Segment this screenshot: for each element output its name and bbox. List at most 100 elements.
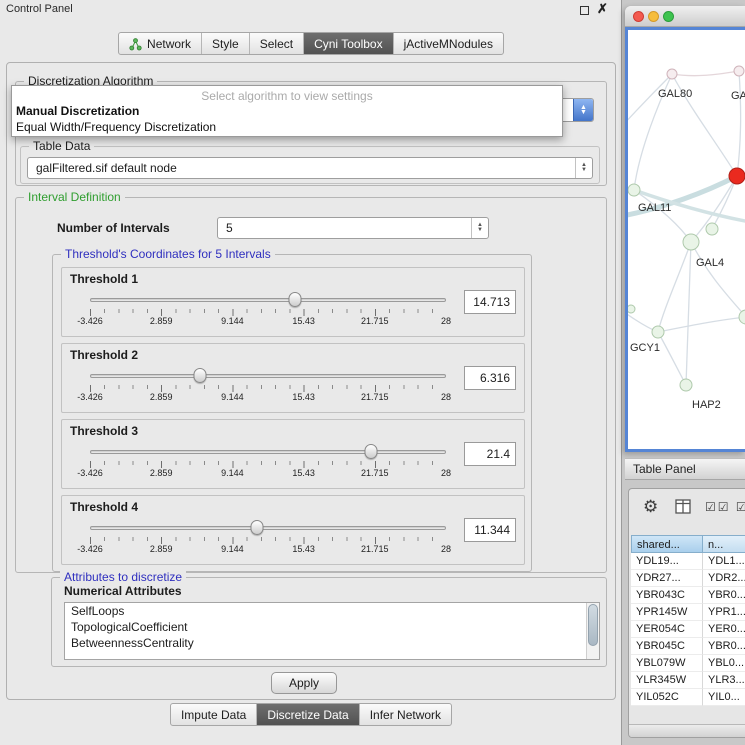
slider-ticks <box>90 309 446 316</box>
cell[interactable]: YBL0... <box>703 655 745 672</box>
table-data-select[interactable]: galFiltered.sif default node ▲▼ <box>27 157 593 179</box>
columns-icon[interactable] <box>675 499 691 514</box>
cell[interactable]: YER0... <box>703 621 745 638</box>
chevron-up-down-icon[interactable]: ▲▼ <box>471 218 488 238</box>
threshold-2-value-field[interactable]: 6.316 <box>464 366 516 390</box>
cell[interactable]: YPR145W <box>631 604 703 621</box>
slider-track[interactable] <box>90 298 446 302</box>
table-row[interactable]: YPR145W YPR1... <box>631 604 745 621</box>
tab-impute-data[interactable]: Impute Data <box>171 704 256 725</box>
network-node[interactable] <box>680 379 692 391</box>
network-node[interactable] <box>667 69 677 79</box>
threshold-2-slider[interactable] <box>90 368 446 384</box>
network-node[interactable] <box>739 310 745 324</box>
scrollbar-thumb[interactable] <box>588 604 598 646</box>
network-node[interactable] <box>706 223 718 235</box>
table-data-value: galFiltered.sif default node <box>36 161 177 175</box>
threshold-1-slider[interactable] <box>90 292 446 308</box>
list-item[interactable]: SelfLoops <box>65 603 599 619</box>
table-row[interactable]: YDL19... YDL1... <box>631 553 745 570</box>
column-checkboxes-icon[interactable]: ☑☑ ☑ <box>705 500 745 514</box>
tab-select[interactable]: Select <box>249 33 303 54</box>
network-node[interactable] <box>652 326 664 338</box>
threshold-3-slider[interactable] <box>90 444 446 460</box>
cell[interactable]: YLR345W <box>631 672 703 689</box>
cell[interactable]: YBL079W <box>631 655 703 672</box>
cell[interactable]: YBR045C <box>631 638 703 655</box>
table-row[interactable]: YBR043C YBR0... <box>631 587 745 604</box>
tab-jactivemodules[interactable]: jActiveMNodules <box>393 33 503 54</box>
slider-track[interactable] <box>90 526 446 530</box>
cell[interactable]: YDR27... <box>631 570 703 587</box>
tab-style[interactable]: Style <box>201 33 249 54</box>
table-row[interactable]: YBL079W YBL0... <box>631 655 745 672</box>
table-row[interactable]: YLR345W YLR3... <box>631 672 745 689</box>
tab-cyni-toolbox[interactable]: Cyni Toolbox <box>303 33 392 54</box>
thresholds-group-title: Threshold's Coordinates for 5 Intervals <box>61 247 275 261</box>
threshold-4-slider[interactable] <box>90 520 446 536</box>
tab-network-label: Network <box>147 37 191 51</box>
thresholds-group: Threshold's Coordinates for 5 Intervals … <box>52 254 532 572</box>
network-node[interactable] <box>734 66 744 76</box>
network-canvas[interactable]: GAL80 GA GAL11 GAL4 GCY1 HAP2 <box>625 27 745 452</box>
column-header-shared[interactable]: shared... <box>631 535 703 553</box>
table-row[interactable]: YDR27... YDR2... <box>631 570 745 587</box>
table-data-group: Table Data galFiltered.sif default node … <box>20 146 600 184</box>
table-horizontal-scrollbar[interactable] <box>629 724 745 737</box>
cell[interactable]: YIL052C <box>631 689 703 706</box>
combo-stepper-icon[interactable]: ▲▼ <box>573 99 593 121</box>
tick-label: 2.859 <box>150 316 173 326</box>
network-node[interactable] <box>683 234 699 250</box>
list-scrollbar[interactable] <box>586 603 599 659</box>
table-row[interactable]: YER054C YER0... <box>631 621 745 638</box>
cell[interactable]: YLR3... <box>703 672 745 689</box>
slider-track[interactable] <box>90 450 446 454</box>
slider-track[interactable] <box>90 374 446 378</box>
table-panel-window: ⚙ ☑☑ ☑ shared... n... YDL19... YDL1... Y… <box>628 488 745 738</box>
cell[interactable]: YER054C <box>631 621 703 638</box>
slider-thumb[interactable] <box>289 292 302 307</box>
zoom-traffic-light-icon[interactable] <box>663 11 674 22</box>
list-item[interactable]: TopologicalCoefficient <box>65 619 599 635</box>
network-node-selected[interactable] <box>729 168 745 184</box>
slider-thumb[interactable] <box>251 520 264 535</box>
cell[interactable]: YBR0... <box>703 587 745 604</box>
threshold-1-value-field[interactable]: 14.713 <box>464 290 516 314</box>
algorithm-placeholder-option[interactable]: Select algorithm to view settings <box>12 86 562 103</box>
chevron-up-down-icon[interactable]: ▲▼ <box>575 158 592 178</box>
threshold-4-value-field[interactable]: 11.344 <box>464 518 516 542</box>
list-item[interactable]: BetweennessCentrality <box>65 635 599 651</box>
tick-label: 15.43 <box>292 544 315 554</box>
close-icon[interactable]: ✗ <box>597 1 608 17</box>
table-row[interactable]: YIL052C YIL0... <box>631 689 745 706</box>
cell[interactable]: YPR1... <box>703 604 745 621</box>
algorithm-option-manual[interactable]: Manual Discretization <box>12 103 562 119</box>
tab-network[interactable]: Network <box>119 33 201 54</box>
cell[interactable]: YDR2... <box>703 570 745 587</box>
float-window-icon[interactable] <box>580 6 589 15</box>
tick-label: -3.426 <box>77 544 103 554</box>
table-row[interactable]: YBR045C YBR0... <box>631 638 745 655</box>
tab-infer-network[interactable]: Infer Network <box>359 704 451 725</box>
column-header-name[interactable]: n... <box>703 535 745 553</box>
tick-label: 2.859 <box>150 392 173 402</box>
cell[interactable]: YBR0... <box>703 638 745 655</box>
slider-thumb[interactable] <box>194 368 207 383</box>
cell[interactable]: YDL1... <box>703 553 745 570</box>
network-window-titlebar[interactable] <box>625 6 745 27</box>
network-node[interactable] <box>628 305 635 313</box>
tab-discretize-data[interactable]: Discretize Data <box>256 704 358 725</box>
close-traffic-light-icon[interactable] <box>633 11 644 22</box>
algorithm-option-equal-width[interactable]: Equal Width/Frequency Discretization <box>12 119 562 135</box>
slider-thumb[interactable] <box>365 444 378 459</box>
apply-button[interactable]: Apply <box>271 672 337 694</box>
cell[interactable]: YDL19... <box>631 553 703 570</box>
cell[interactable]: YBR043C <box>631 587 703 604</box>
cell[interactable]: YIL0... <box>703 689 745 706</box>
threshold-3-value-field[interactable]: 21.4 <box>464 442 516 466</box>
minimize-traffic-light-icon[interactable] <box>648 11 659 22</box>
network-node[interactable] <box>628 184 640 196</box>
threshold-4-label: Threshold 4 <box>70 500 138 514</box>
gear-icon[interactable]: ⚙ <box>643 497 658 517</box>
number-of-intervals-select[interactable]: 5 ▲▼ <box>217 217 489 239</box>
